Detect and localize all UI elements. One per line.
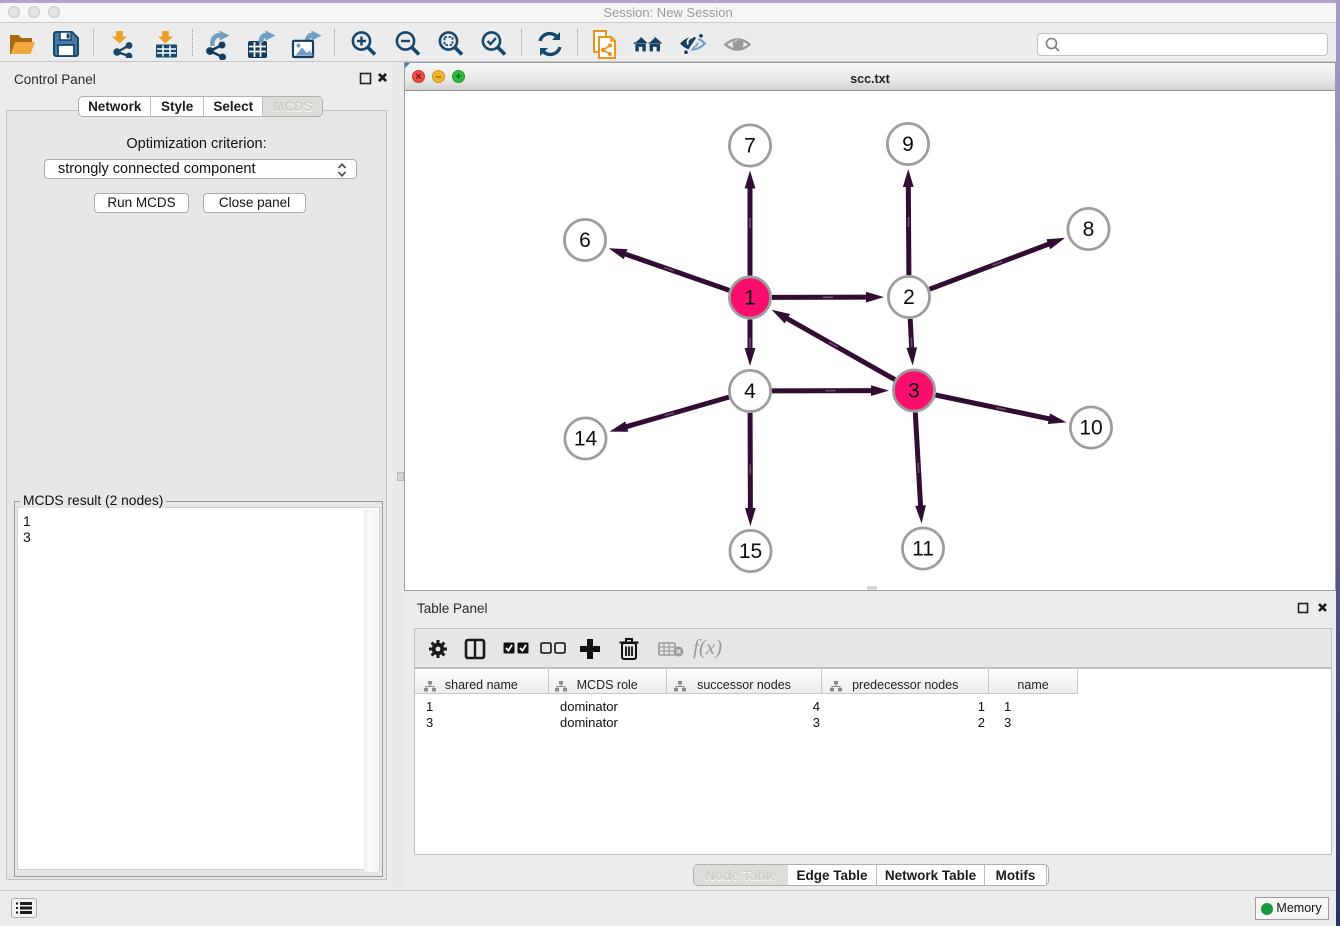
svg-text:9: 9 — [902, 133, 914, 156]
svg-text:14: 14 — [574, 428, 598, 451]
svg-text:15: 15 — [739, 540, 762, 563]
svg-text:10: 10 — [1079, 417, 1102, 440]
svg-text:4: 4 — [744, 380, 756, 403]
svg-text:8: 8 — [1083, 218, 1095, 241]
svg-text:7: 7 — [744, 135, 756, 158]
svg-text:6: 6 — [579, 229, 591, 252]
svg-text:1: 1 — [744, 287, 756, 310]
svg-text:3: 3 — [908, 380, 920, 403]
svg-text:2: 2 — [903, 286, 915, 309]
svg-text:11: 11 — [912, 538, 934, 561]
